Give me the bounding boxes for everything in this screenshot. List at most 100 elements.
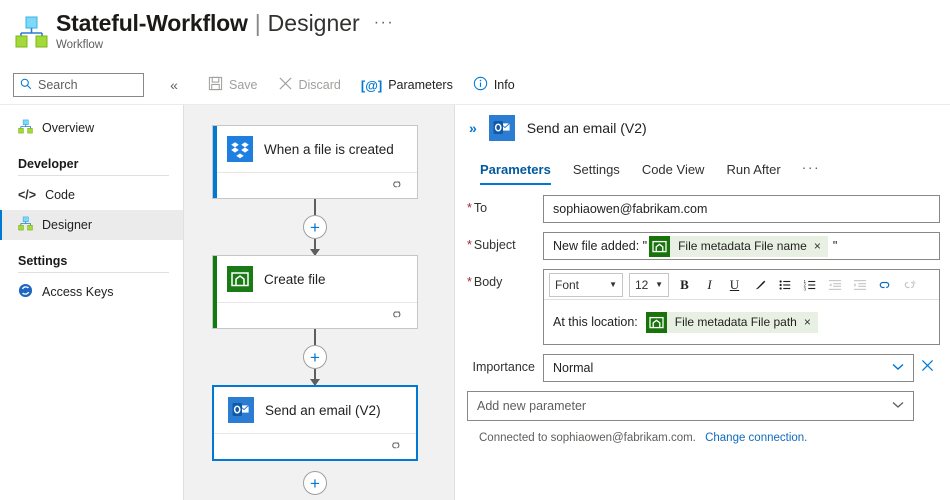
title-separator: | (255, 10, 261, 37)
increase-indent-icon[interactable] (847, 272, 872, 298)
node-accent-bar (213, 256, 217, 328)
parameters-icon: [@] (361, 78, 382, 93)
workflow-node-trigger[interactable]: When a file is created (212, 125, 418, 199)
dynamic-content-token-file-name[interactable]: File metadata File name × (649, 236, 828, 257)
sidebar-item-overview[interactable]: Overview (0, 113, 183, 143)
tabs-more-button[interactable]: ··· (792, 159, 831, 185)
header-more-button[interactable]: ··· (374, 15, 394, 31)
parameters-button[interactable]: [@] Parameters (351, 69, 463, 101)
insert-link-icon[interactable] (872, 272, 897, 298)
sidebar-item-label: Access Keys (42, 285, 114, 299)
change-connection-link[interactable]: Change connection. (705, 432, 807, 444)
text-color-icon[interactable] (747, 272, 772, 298)
connector-line-arrow (314, 369, 316, 385)
numbered-list-icon[interactable]: 1 2 3 (797, 272, 822, 298)
font-family-select[interactable]: Font ▼ (549, 273, 623, 297)
sharepoint-icon (227, 266, 253, 292)
add-new-parameter-select[interactable]: Add new parameter (467, 391, 914, 421)
remove-importance-button[interactable] (914, 354, 940, 376)
link-icon[interactable] (389, 308, 405, 324)
workflow-graph: When a file is created + (212, 125, 418, 495)
add-step-button[interactable]: + (303, 345, 327, 369)
sidebar-item-access-keys[interactable]: Access Keys (0, 277, 183, 307)
body-rich-text-editor[interactable]: Font ▼ 12 ▼ B I U (543, 269, 940, 345)
token-label: File metadata File path (667, 315, 804, 329)
field-row-add-parameter: Add new parameter (467, 391, 940, 421)
add-step-button-end[interactable]: + (303, 471, 327, 495)
save-icon (208, 76, 223, 94)
field-row-body: *Body Font ▼ 12 ▼ (467, 269, 940, 345)
designer-canvas[interactable]: When a file is created + (184, 105, 455, 500)
discard-button[interactable]: Discard (268, 69, 351, 101)
info-label: Info (494, 78, 515, 92)
font-size-select[interactable]: 12 ▼ (629, 273, 669, 297)
sharepoint-icon (649, 236, 670, 257)
decrease-indent-icon[interactable] (822, 272, 847, 298)
parameters-label: Parameters (388, 78, 453, 92)
command-bar: Save Discard [@] Parameters (198, 69, 525, 101)
chevron-down-icon (892, 362, 904, 374)
resource-type-label: Workflow (56, 39, 394, 51)
search-placeholder: Search (38, 78, 78, 92)
dynamic-content-token-file-path[interactable]: File metadata File path × (646, 312, 818, 333)
required-marker: * (467, 201, 472, 215)
tab-settings[interactable]: Settings (562, 162, 631, 185)
token-remove-icon[interactable]: × (804, 315, 818, 329)
workflow-node-create-file[interactable]: Create file (212, 255, 418, 329)
tab-code-view[interactable]: Code View (631, 162, 716, 185)
sidebar-group-settings: Settings (0, 240, 183, 272)
link-icon[interactable] (388, 439, 404, 455)
collapse-nav-icon[interactable]: « (160, 77, 188, 93)
expand-panel-icon[interactable]: » (469, 120, 477, 136)
body-content[interactable]: At this location: (544, 300, 939, 344)
token-remove-icon[interactable]: × (814, 239, 828, 253)
bulleted-list-icon[interactable] (772, 272, 797, 298)
search-input[interactable]: Search (13, 73, 144, 97)
chevron-down-icon: ▼ (609, 280, 617, 289)
required-marker: * (467, 275, 472, 289)
importance-value: Normal (553, 361, 593, 375)
token-label: File metadata File name (670, 239, 814, 253)
panel-title: Send an email (V2) (527, 120, 647, 136)
remove-link-icon[interactable] (897, 272, 922, 298)
sidebar-nav: Overview Developer </> Code Designer (0, 105, 184, 500)
outlook-icon (489, 115, 515, 141)
save-button[interactable]: Save (198, 69, 268, 101)
chevron-down-icon (892, 400, 904, 412)
underline-icon[interactable]: U (722, 272, 747, 298)
tab-run-after[interactable]: Run After (715, 162, 791, 185)
designer-icon (18, 216, 33, 234)
link-icon[interactable] (389, 178, 405, 194)
tab-parameters[interactable]: Parameters (469, 162, 562, 185)
page-header: Stateful-Workflow | Designer ··· Workflo… (0, 0, 950, 66)
sidebar-divider (18, 175, 169, 176)
subject-input[interactable]: New file added: " File metadata Fi (543, 232, 940, 260)
bold-icon[interactable]: B (672, 272, 697, 298)
sidebar-item-label: Overview (42, 121, 94, 135)
workflow-icon (18, 119, 33, 137)
sidebar-item-designer[interactable]: Designer (0, 210, 183, 240)
subject-prefix-text: New file added: " (553, 239, 647, 253)
italic-icon[interactable]: I (697, 272, 722, 298)
add-step-button[interactable]: + (303, 215, 327, 239)
outlook-icon (228, 397, 254, 423)
node-footer (214, 433, 416, 459)
sidebar-group-developer: Developer (0, 143, 183, 175)
sidebar-divider (18, 272, 169, 273)
info-button[interactable]: Info (463, 69, 525, 101)
save-label: Save (229, 78, 258, 92)
page-subtitle-view: Designer (268, 10, 360, 37)
code-icon: </> (18, 188, 36, 202)
importance-select[interactable]: Normal (543, 354, 914, 382)
parameters-form: *To sophiaowen@fabrikam.com *Subject New… (455, 185, 950, 500)
sidebar-item-code[interactable]: </> Code (0, 180, 183, 210)
details-panel: » Send an email (V2) Parameters Settings… (455, 105, 950, 500)
importance-label: Importance (467, 354, 543, 374)
workflow-node-send-email[interactable]: Send an email (V2) (212, 385, 418, 461)
connector-line-arrow (314, 239, 316, 255)
node-footer (213, 302, 417, 328)
to-input[interactable]: sophiaowen@fabrikam.com (543, 195, 940, 223)
required-marker: * (467, 238, 472, 252)
sidebar-item-label: Designer (42, 218, 92, 232)
field-row-subject: *Subject New file added: " (467, 232, 940, 260)
